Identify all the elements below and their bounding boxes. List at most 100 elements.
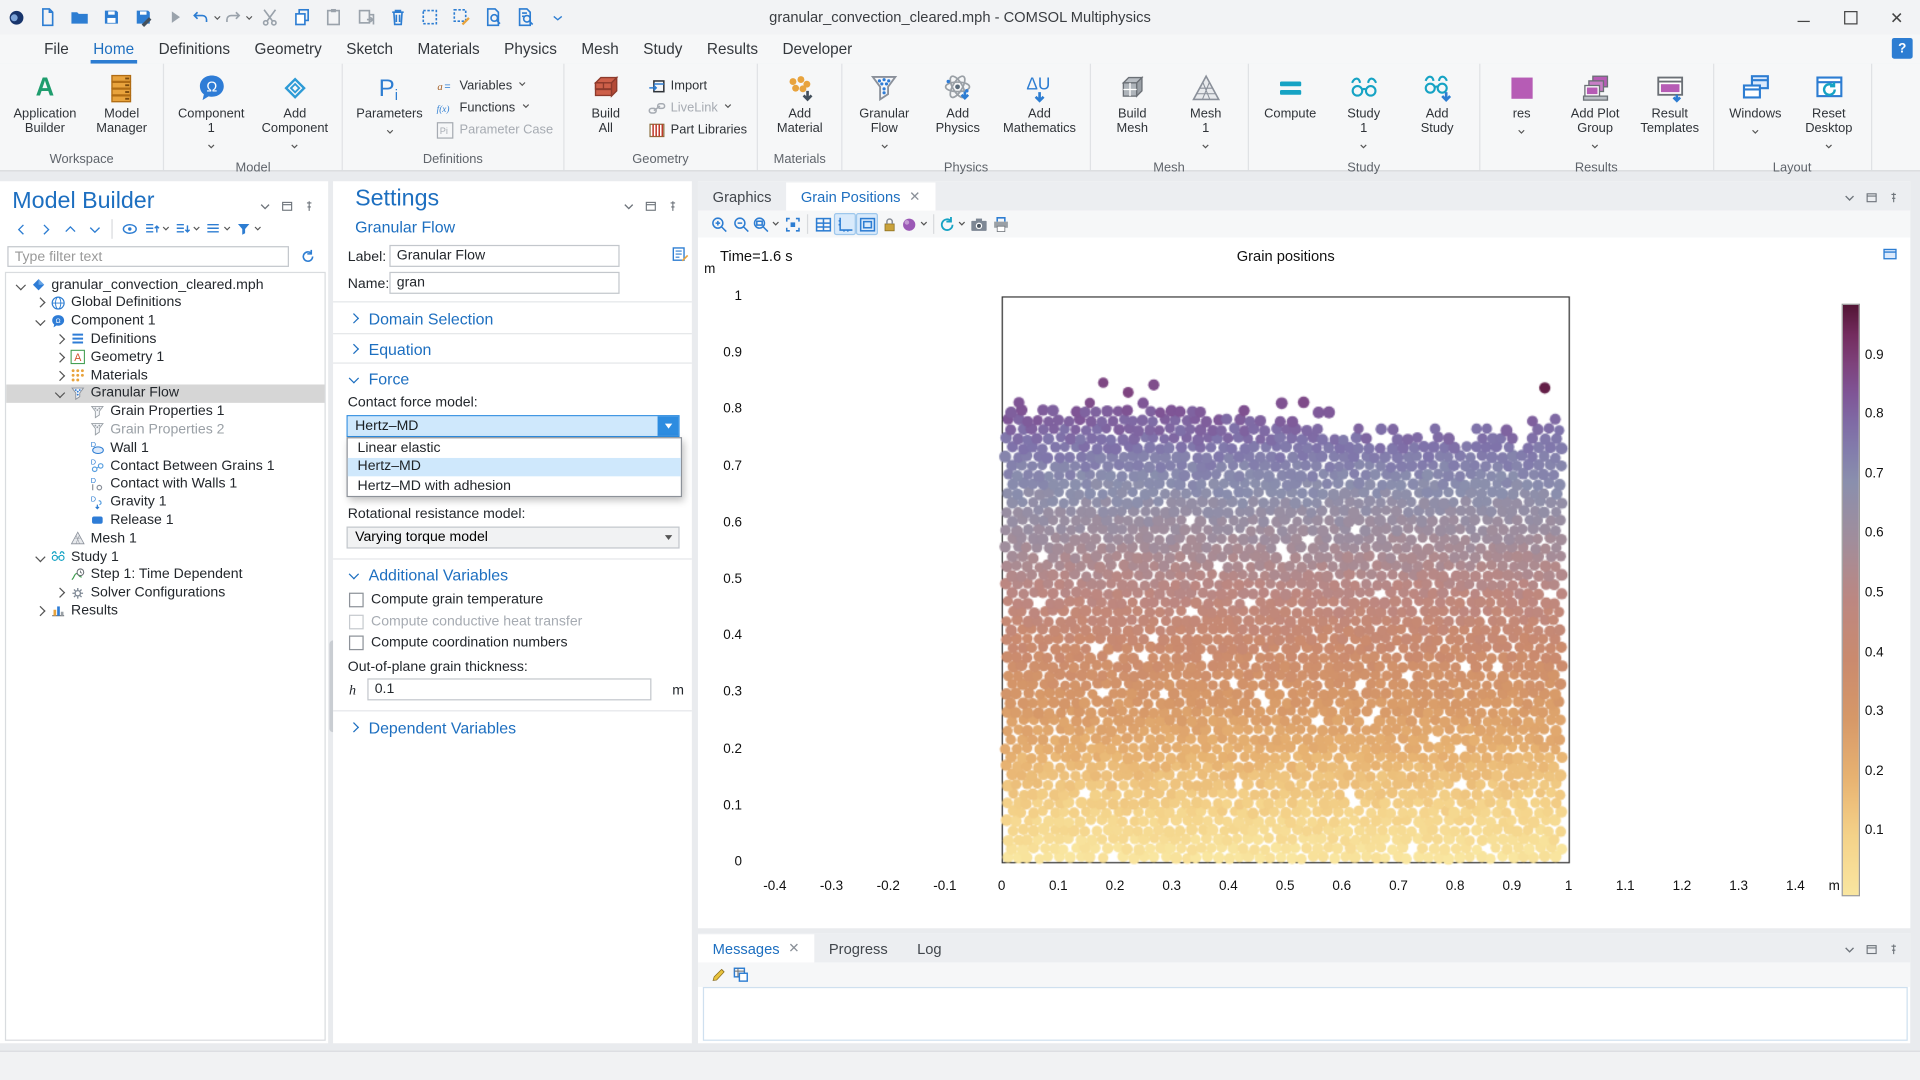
tree-item-grain-properties-2[interactable]: Grain Properties 2 bbox=[6, 420, 326, 438]
ribbon-model-manager-button[interactable]: Model Manager bbox=[85, 66, 158, 149]
ribbon-mesh-1-button[interactable]: Mesh 1 bbox=[1169, 66, 1242, 158]
close-button[interactable]: ✕ bbox=[1873, 0, 1920, 34]
contact-force-select[interactable]: Hertz–MD bbox=[347, 415, 680, 437]
axes-toggle-button[interactable] bbox=[834, 213, 856, 235]
refresh-plot-button[interactable] bbox=[938, 213, 967, 235]
menu-materials[interactable]: Materials bbox=[405, 37, 492, 61]
delete-button[interactable] bbox=[383, 4, 412, 31]
overflow-chevron-button[interactable] bbox=[542, 4, 571, 31]
zoom-out-button[interactable] bbox=[730, 213, 752, 235]
menu-definitions[interactable]: Definitions bbox=[146, 37, 242, 61]
maximize-button[interactable] bbox=[1827, 0, 1874, 34]
section-additional-variables[interactable]: Additional Variables bbox=[333, 562, 692, 586]
dropdown-option-hertz–md-with-adhesion[interactable]: Hertz–MD with adhesion bbox=[348, 476, 681, 495]
ribbon-component-1-button[interactable]: ΩComponent 1 bbox=[169, 66, 253, 158]
ribbon-import-button[interactable]: Import bbox=[647, 77, 747, 95]
zoom-extents-button[interactable] bbox=[781, 213, 803, 235]
select-box-button[interactable] bbox=[415, 4, 444, 31]
refresh-filter-icon[interactable] bbox=[300, 249, 316, 271]
float-panel-icon[interactable] bbox=[644, 197, 657, 219]
panel-menu-icon[interactable] bbox=[1843, 189, 1856, 211]
ribbon-add-component-button[interactable]: Add Component bbox=[253, 66, 337, 158]
close-tab-icon[interactable]: ✕ bbox=[909, 189, 920, 205]
tree-item-wall-1[interactable]: DWall 1 bbox=[6, 439, 326, 457]
paste-button[interactable] bbox=[320, 4, 349, 31]
redo-button[interactable] bbox=[224, 4, 253, 31]
dropdown-option-linear-elastic[interactable]: Linear elastic bbox=[348, 438, 681, 457]
ribbon-functions-button[interactable]: f(x)Functions bbox=[436, 99, 553, 117]
thickness-input[interactable]: 0.1 bbox=[367, 678, 651, 700]
ribbon-result-templates-button[interactable]: Result Templates bbox=[1632, 66, 1708, 158]
lock-button[interactable] bbox=[878, 213, 900, 235]
tree-item-step-1-time-dependent[interactable]: Step 1: Time Dependent bbox=[6, 565, 326, 583]
section-force[interactable]: Force bbox=[333, 366, 692, 390]
close-tab-icon[interactable]: ✕ bbox=[788, 940, 799, 956]
menu-home[interactable]: Home bbox=[81, 37, 146, 61]
image-grid-button[interactable] bbox=[812, 213, 834, 235]
float-panel-icon[interactable] bbox=[1865, 189, 1878, 211]
ribbon-build-mesh-button[interactable]: Build Mesh bbox=[1096, 66, 1169, 158]
printer-button[interactable] bbox=[989, 213, 1011, 235]
pencil-button[interactable] bbox=[708, 964, 730, 986]
tree-item-mesh-1[interactable]: Mesh 1 bbox=[6, 529, 326, 547]
zoom-in-button[interactable] bbox=[708, 213, 730, 235]
menu-file[interactable]: File bbox=[32, 37, 81, 61]
duplicate-button[interactable] bbox=[351, 4, 380, 31]
ribbon-granular-flow-button[interactable]: Granular Flow bbox=[848, 66, 921, 158]
messages-tab-log[interactable]: Log bbox=[902, 934, 956, 962]
frame-toggle-button[interactable] bbox=[856, 213, 878, 235]
menu-developer[interactable]: Developer bbox=[770, 37, 864, 61]
color-ball-button[interactable] bbox=[900, 213, 929, 235]
ribbon-parameters-button[interactable]: PiParameters bbox=[348, 66, 432, 149]
panel-menu-icon[interactable] bbox=[258, 197, 271, 219]
graphics-tab-grain-positions[interactable]: Grain Positions✕ bbox=[786, 182, 935, 210]
tree-item-global-definitions[interactable]: Global Definitions bbox=[6, 294, 326, 312]
ribbon-res-button[interactable]: res bbox=[1485, 66, 1558, 158]
tree-item-geometry-1[interactable]: AGeometry 1 bbox=[6, 348, 326, 366]
ribbon-part-libraries-button[interactable]: Part Libraries bbox=[647, 121, 747, 139]
rotational-select[interactable]: Varying torque model bbox=[347, 527, 680, 549]
filter-button[interactable] bbox=[235, 218, 263, 240]
copy-table-button[interactable] bbox=[730, 964, 752, 986]
ribbon-add-physics-button[interactable]: Add Physics bbox=[921, 66, 994, 158]
grain-scatter-canvas[interactable] bbox=[698, 238, 1910, 929]
tree-item-granular-convection-cleared-mph[interactable]: granular_convection_cleared.mph bbox=[6, 276, 326, 294]
tree-item-granular-flow[interactable]: Granular Flow bbox=[6, 384, 326, 402]
show-all-button[interactable] bbox=[119, 218, 141, 240]
graphics-tab-graphics[interactable]: Graphics bbox=[698, 182, 786, 210]
menu-mesh[interactable]: Mesh bbox=[569, 37, 631, 61]
undo-button[interactable] bbox=[192, 4, 221, 31]
tree-filter-input[interactable]: Type filter text bbox=[7, 246, 289, 267]
menu-physics[interactable]: Physics bbox=[492, 37, 569, 61]
label-field[interactable]: Granular Flow bbox=[389, 245, 619, 267]
find-doc-button[interactable] bbox=[511, 4, 540, 31]
pin-panel-icon[interactable] bbox=[666, 197, 679, 219]
ribbon-add-plot-group-button[interactable]: Add Plot Group bbox=[1558, 66, 1631, 158]
rename-icon[interactable] bbox=[671, 245, 689, 269]
pin-panel-icon[interactable] bbox=[1887, 189, 1900, 211]
menu-sketch[interactable]: Sketch bbox=[334, 37, 405, 61]
section-domain-selection[interactable]: Domain Selection bbox=[333, 306, 692, 330]
tree-item-materials[interactable]: Materials bbox=[6, 366, 326, 384]
chevron-down-icon[interactable] bbox=[658, 416, 679, 436]
section-dependent-variables[interactable]: Dependent Variables bbox=[333, 715, 692, 739]
ribbon-application-builder-button[interactable]: AApplication Builder bbox=[5, 66, 85, 149]
plot-corner-icon[interactable] bbox=[1882, 246, 1898, 268]
expand-tree-button[interactable] bbox=[174, 218, 202, 240]
collapse-tree-button[interactable] bbox=[143, 218, 171, 240]
minimize-button[interactable] bbox=[1780, 0, 1827, 34]
ribbon-parameter-case-button[interactable]: PiParameter Case bbox=[436, 121, 553, 139]
ribbon-build-all-button[interactable]: Build All bbox=[569, 66, 642, 149]
arrow-right-button[interactable] bbox=[34, 218, 56, 240]
messages-tab-progress[interactable]: Progress bbox=[814, 934, 902, 962]
tree-item-grain-properties-1[interactable]: Grain Properties 1 bbox=[6, 402, 326, 420]
ribbon-compute-button[interactable]: Compute bbox=[1253, 66, 1326, 158]
float-panel-icon[interactable] bbox=[1865, 940, 1878, 962]
section-equation[interactable]: Equation bbox=[333, 337, 692, 361]
save-button[interactable] bbox=[97, 4, 126, 31]
cut-button[interactable] bbox=[256, 4, 285, 31]
ribbon-study-1-button[interactable]: Study 1 bbox=[1327, 66, 1400, 158]
help-button[interactable]: ? bbox=[1892, 38, 1913, 59]
dropdown-option-hertz–md[interactable]: Hertz–MD bbox=[348, 457, 681, 476]
checkbox-compute-grain-temperature[interactable]: Compute grain temperature bbox=[349, 593, 543, 608]
